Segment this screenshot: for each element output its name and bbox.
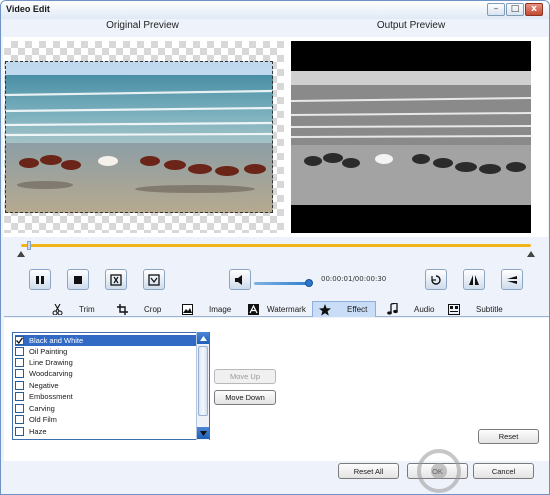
list-item-label: Carving — [29, 404, 55, 413]
scroll-up-button[interactable] — [197, 332, 209, 344]
tab-effect-label: Effect — [347, 305, 368, 314]
list-item-label: Old Film — [29, 415, 57, 424]
checkbox[interactable] — [15, 336, 24, 345]
output-preview-label: Output Preview — [376, 20, 446, 31]
list-item[interactable]: Line Drawing — [15, 357, 196, 368]
list-item[interactable]: Carving — [15, 403, 196, 414]
pause-button[interactable] — [29, 269, 51, 290]
crop-selection-frame[interactable] — [5, 61, 273, 213]
checkbox[interactable] — [15, 381, 24, 390]
list-item-label: Embossment — [29, 392, 73, 401]
list-item[interactable]: Black and White — [15, 335, 196, 346]
chevron-down-icon — [199, 430, 207, 436]
tab-image[interactable]: Image — [181, 301, 231, 317]
volume-slider[interactable] — [254, 282, 310, 285]
volume-thumb[interactable] — [305, 279, 313, 287]
checkbox[interactable] — [15, 347, 24, 356]
list-item-label: Oil Painting — [29, 347, 68, 356]
flip-horizontal-icon — [469, 274, 479, 285]
flip-horizontal-button[interactable] — [463, 269, 485, 290]
scissors-icon — [51, 303, 63, 315]
star-icon — [319, 303, 331, 316]
list-item[interactable]: Embossment — [15, 391, 196, 402]
tab-effect[interactable]: Effect — [312, 301, 376, 317]
window-title: Video Edit — [6, 4, 50, 14]
flip-vertical-button[interactable] — [501, 269, 523, 290]
watermark-icon — [247, 303, 259, 315]
list-item[interactable]: Negative — [15, 380, 196, 391]
timeline-track[interactable] — [21, 244, 531, 247]
tab-watermark[interactable]: Watermark — [247, 301, 306, 317]
subtitle-icon — [448, 303, 460, 315]
crop-icon — [116, 303, 128, 315]
effect-list[interactable]: Black and White Oil Painting Line Drawin… — [12, 332, 210, 440]
list-item-label: Haze — [29, 427, 47, 436]
image-icon — [181, 303, 193, 315]
checkbox[interactable] — [15, 392, 24, 401]
tab-watermark-label: Watermark — [267, 304, 306, 314]
checkbox[interactable] — [15, 369, 24, 378]
list-item-label: Black and White — [29, 336, 84, 345]
checkmark-icon — [16, 337, 23, 344]
checkbox[interactable] — [15, 358, 24, 367]
effect-list-scrollbar[interactable] — [196, 332, 209, 440]
list-item[interactable]: Woodcarving — [15, 368, 196, 379]
tab-crop-label: Crop — [144, 304, 162, 314]
list-item-label: Woodcarving — [29, 369, 73, 378]
timeline-playhead[interactable] — [27, 241, 31, 250]
rotate-icon — [431, 274, 441, 285]
rotate-button[interactable] — [425, 269, 447, 290]
list-item-label: Negative — [29, 381, 59, 390]
checkbox[interactable] — [15, 415, 24, 424]
mute-button[interactable] — [229, 269, 251, 290]
tab-audio-label: Audio — [414, 304, 435, 314]
snapshot-button[interactable] — [105, 269, 127, 290]
stop-icon — [74, 275, 82, 284]
time-display: 00:00:01/00:00:30 — [321, 275, 387, 283]
scroll-down-button[interactable] — [197, 427, 209, 439]
snapshot-icon — [110, 273, 122, 286]
title-bar[interactable]: Video Edit – □ x — [1, 1, 549, 19]
scroll-thumb[interactable] — [198, 346, 208, 416]
tab-subtitle-label: Subtitle — [476, 304, 503, 314]
video-edit-window: Video Edit – □ x Original Preview Output… — [0, 0, 550, 495]
minimize-button[interactable]: – — [487, 3, 505, 16]
music-note-icon — [386, 303, 398, 315]
maximize-button[interactable]: □ — [506, 3, 524, 16]
move-up-button[interactable]: Move Up — [214, 369, 276, 384]
move-down-button[interactable]: Move Down — [214, 390, 276, 405]
pause-icon — [36, 275, 44, 284]
list-item[interactable]: Old Film — [15, 414, 196, 425]
reset-all-button[interactable]: Reset All — [338, 463, 399, 479]
flip-vertical-icon — [507, 275, 517, 284]
tab-trim[interactable]: Trim — [51, 301, 95, 317]
close-button[interactable]: x — [525, 3, 543, 16]
tab-trim-label: Trim — [79, 304, 95, 314]
site-logo-watermark — [417, 449, 461, 493]
end-marker-icon[interactable] — [527, 251, 535, 257]
start-marker-icon[interactable] — [17, 251, 25, 257]
original-preview-label: Original Preview — [106, 20, 179, 31]
list-item[interactable]: Oil Painting — [15, 346, 196, 357]
output-video-frame — [291, 41, 531, 233]
tab-audio[interactable]: Audio — [386, 301, 434, 317]
tab-subtitle[interactable]: Subtitle — [448, 301, 503, 317]
tab-image-label: Image — [209, 304, 232, 314]
list-item[interactable]: Haze — [15, 426, 196, 437]
list-item-label: Line Drawing — [29, 358, 73, 367]
checkbox[interactable] — [15, 404, 24, 413]
speaker-icon — [235, 274, 242, 285]
tab-crop[interactable]: Crop — [116, 301, 161, 317]
chevron-up-icon — [199, 335, 207, 341]
folder-icon — [148, 273, 160, 286]
checkbox[interactable] — [15, 427, 24, 436]
open-folder-button[interactable] — [143, 269, 165, 290]
stop-button[interactable] — [67, 269, 89, 290]
